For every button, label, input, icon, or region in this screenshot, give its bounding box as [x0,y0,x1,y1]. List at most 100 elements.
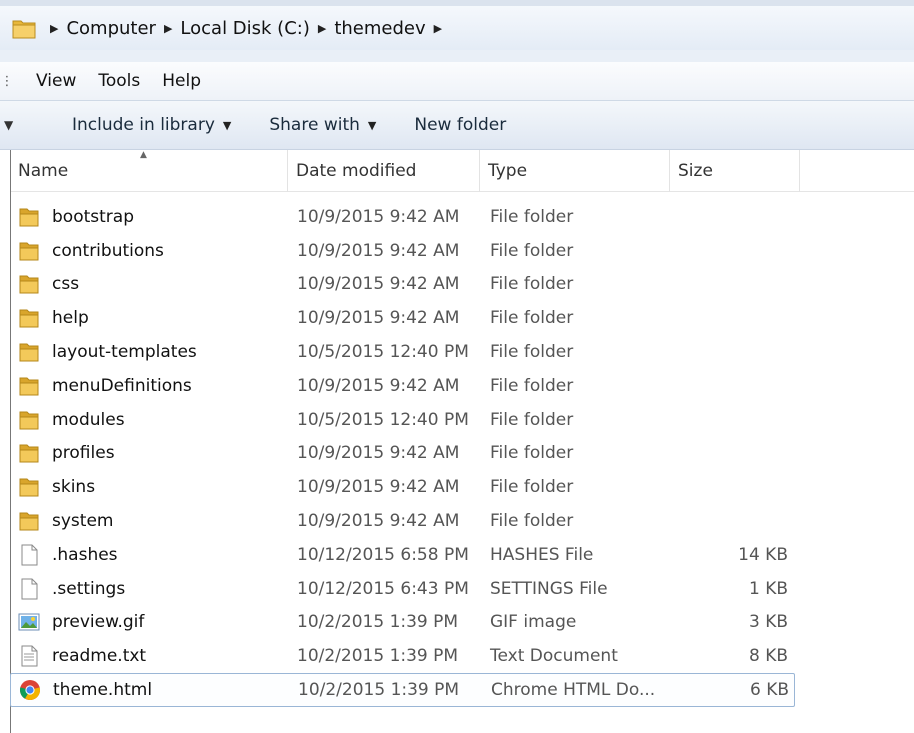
file-name-cell[interactable]: modules [18,409,125,431]
column-header-name[interactable]: ▲ Name [10,150,288,192]
column-type-label: Type [488,161,528,181]
divider-strip [0,50,914,62]
file-name-cell[interactable]: skins [18,476,95,498]
column-date-label: Date modified [296,161,417,181]
file-type: GIF image [490,612,577,633]
file-row[interactable]: skins 10/9/2015 9:42 AM File folder [10,470,914,504]
file-row[interactable]: contributions 10/9/2015 9:42 AM File folde… [10,234,914,268]
file-row[interactable]: bootstrap 10/9/2015 9:42 AM File folder [10,200,914,234]
file-date: 10/2/2015 1:39 PM [297,646,459,667]
file-type: File folder [490,477,574,498]
file-date: 10/12/2015 6:43 PM [297,578,469,599]
file-name-cell[interactable]: bootstrap [18,206,134,228]
file-name-cell[interactable]: readme.txt [18,645,146,667]
file-size: 8 KB [748,646,788,667]
chevron-down-icon: ▼ [367,118,377,132]
folder-icon [18,240,40,262]
file-type: File folder [490,342,574,363]
file-name-cell[interactable]: contributions [18,240,164,262]
file-date: 10/9/2015 9:42 AM [297,477,460,498]
file-icon [18,578,40,600]
file-row[interactable]: layout-templates 10/5/2015 12:40 PM File f… [10,335,914,369]
menu-help[interactable]: Help [162,71,201,91]
file-name-cell[interactable]: layout-templates [18,341,197,363]
file-row[interactable]: theme.html 10/2/2015 1:39 PM Chrome HTML D… [10,673,795,707]
breadcrumb-arrow-icon[interactable]: ▶ [318,22,326,35]
file-icon [18,544,40,566]
file-type: File folder [490,409,574,430]
file-type: File folder [490,375,574,396]
file-name-cell[interactable]: help [18,307,89,329]
folder-icon [18,375,40,397]
file-row[interactable]: help 10/9/2015 9:42 AM File folder [10,301,914,335]
folder-icon [18,476,40,498]
file-row[interactable]: css 10/9/2015 9:42 AM File folder [10,268,914,302]
file-name: .hashes [52,544,118,565]
file-date: 10/9/2015 9:42 AM [297,375,460,396]
column-header-date[interactable]: Date modified [288,150,480,192]
file-name: preview.gif [52,612,145,633]
file-type: File folder [490,274,574,295]
share-with-label: Share with [269,115,360,135]
include-in-library-button[interactable]: Include in library ▼ [72,115,231,135]
file-size: 6 KB [749,680,789,701]
file-type: File folder [490,206,574,227]
file-name-cell[interactable]: .settings [18,578,125,600]
file-name-cell[interactable]: menuDefinitions [18,375,192,397]
new-folder-button[interactable]: New folder [414,115,506,135]
file-type: HASHES File [490,544,594,565]
file-row[interactable]: profiles 10/9/2015 9:42 AM File folder [10,437,914,471]
share-with-button[interactable]: Share with ▼ [269,115,376,135]
file-name: contributions [52,240,164,261]
file-name-cell[interactable]: preview.gif [18,611,144,633]
toolbar-overflow-icon[interactable]: ▼ [4,118,34,132]
file-date: 10/9/2015 9:42 AM [297,443,460,464]
file-row[interactable]: system 10/9/2015 9:42 AM File folder [10,504,914,538]
folder-icon [18,409,40,431]
file-date: 10/9/2015 9:42 AM [297,274,460,295]
menu-grip-icon: ⋮ [0,73,14,89]
file-name-cell[interactable]: system [18,510,113,532]
breadcrumb-local-disk[interactable]: Local Disk (C:) [180,18,309,39]
file-row[interactable]: .settings 10/12/2015 6:43 PM SETTINGS File… [10,572,914,606]
file-name: skins [52,477,96,498]
file-date: 10/2/2015 1:39 PM [298,680,460,701]
folder-icon [18,307,40,329]
breadcrumb-themedev[interactable]: themedev [334,18,425,39]
menu-view[interactable]: View [36,71,76,91]
file-row[interactable]: modules 10/5/2015 12:40 PM File folder [10,403,914,437]
breadcrumb-computer[interactable]: Computer [66,18,155,39]
file-name: .settings [52,578,126,599]
folder-icon [18,273,40,295]
address-bar[interactable]: ▶ Computer ▶ Local Disk (C:) ▶ themedev … [0,0,914,50]
file-name: layout-templates [52,342,197,363]
menu-tools[interactable]: Tools [98,71,140,91]
file-size: 14 KB [738,544,788,565]
column-header-type[interactable]: Type [480,150,670,192]
file-name-cell[interactable]: profiles [18,442,115,464]
file-type: File folder [490,240,574,261]
file-type: SETTINGS File [490,578,608,599]
menu-bar: ⋮ View Tools Help [0,62,914,100]
breadcrumb-arrow-icon[interactable]: ▶ [50,22,58,35]
file-date: 10/12/2015 6:58 PM [297,544,469,565]
breadcrumb-arrow-icon[interactable]: ▶ [164,22,172,35]
folder-icon [18,206,40,228]
breadcrumb-arrow-icon[interactable]: ▶ [434,22,442,35]
file-row[interactable]: menuDefinitions 10/9/2015 9:42 AM File fol… [10,369,914,403]
file-type: File folder [490,443,574,464]
file-row[interactable]: readme.txt 10/2/2015 1:39 PM Text Document… [10,639,914,673]
include-in-library-label: Include in library [72,115,215,135]
file-date: 10/5/2015 12:40 PM [297,409,469,430]
file-name-cell[interactable]: .hashes [18,544,118,566]
file-name-cell[interactable]: theme.html [19,679,152,701]
file-type: File folder [490,511,574,532]
column-header-size[interactable]: Size [670,150,800,192]
file-size: 3 KB [748,612,788,633]
file-type: Chrome HTML Do... [491,680,656,701]
command-toolbar: ▼ Include in library ▼ Share with ▼ New … [0,100,914,150]
file-row[interactable]: .hashes 10/12/2015 6:58 PM HASHES File 14 K… [10,538,914,572]
file-name-cell[interactable]: css [18,273,79,295]
file-row[interactable]: preview.gif 10/2/2015 1:39 PM GIF image 3 K… [10,606,914,640]
folder-icon [18,341,40,363]
